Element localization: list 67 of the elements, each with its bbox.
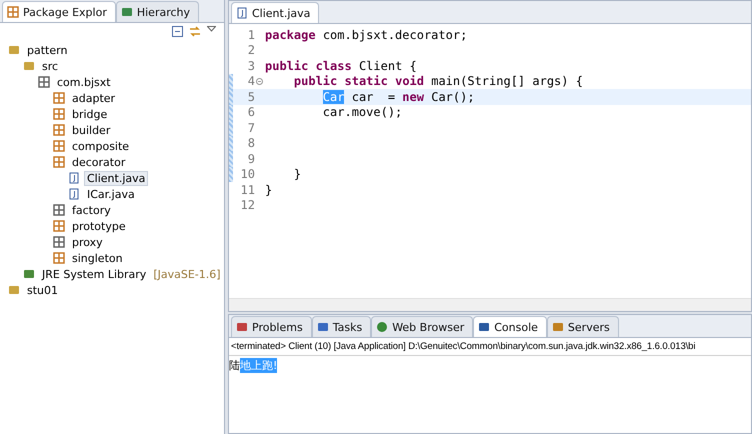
library-version: [JavaSE-1.6] — [153, 268, 221, 280]
link-icon[interactable] — [189, 26, 201, 37]
line-number: 7 — [246, 120, 255, 135]
code-line: } — [292, 167, 302, 182]
package-icon — [53, 220, 65, 232]
tree-item[interactable]: adapter — [69, 90, 118, 106]
tree-item[interactable]: pattern — [24, 42, 70, 58]
line-number: 8 — [246, 136, 255, 150]
package-icon — [53, 252, 65, 264]
java-file-icon — [236, 7, 248, 19]
line-number: 12 — [240, 198, 255, 212]
tree-item[interactable]: decorator — [69, 154, 128, 170]
package-icon — [53, 108, 65, 120]
line-number: 10 — [240, 167, 255, 182]
tree-item[interactable]: bridge — [69, 106, 110, 122]
view-tab[interactable]: Package Explor — [2, 1, 116, 22]
console-header: <terminated> Client (10) [Java Application] D:\Genuitec\Common\binary\com.sun.java.jdk.win32.x86_1.6.0.013\bi — [229, 338, 751, 356]
package-icon — [53, 140, 65, 152]
code-line: public class Client { — [264, 58, 417, 73]
horizontal-scrollbar[interactable] — [229, 298, 751, 311]
tree-item[interactable]: proxy — [69, 234, 106, 250]
tree-item[interactable]: prototype — [69, 218, 129, 234]
view-tab[interactable]: Console — [473, 316, 547, 337]
package-icon — [53, 156, 65, 168]
collapse-icon[interactable] — [256, 78, 262, 85]
package-icon — [53, 92, 65, 104]
package-icon — [38, 76, 50, 88]
tree-item[interactable]: stu01 — [24, 282, 62, 298]
tree-item[interactable]: Client.java — [84, 170, 148, 186]
tree-item[interactable]: singleton — [69, 250, 126, 266]
line-number: 6 — [246, 105, 255, 120]
tree-item[interactable]: composite — [69, 138, 132, 154]
view-tab[interactable]: Servers — [546, 316, 619, 337]
collapse-all-icon[interactable] — [172, 26, 183, 37]
java-file-icon — [68, 188, 80, 200]
code-line: public static void main(String[] args) { — [292, 74, 583, 88]
view-tab[interactable]: Tasks — [312, 316, 372, 337]
line-number: 9 — [246, 152, 255, 166]
line-number: 1 — [246, 28, 255, 42]
view-tab[interactable]: Hierarchy — [116, 1, 200, 22]
line-number: 2 — [246, 43, 255, 58]
tree-item[interactable]: com.bjsxt — [54, 74, 114, 90]
package-icon — [53, 124, 65, 136]
line-number: 5 — [246, 90, 255, 104]
view-tab[interactable]: Web Browser — [371, 316, 474, 337]
console-output: 陆 — [229, 358, 240, 373]
globe-icon — [376, 321, 388, 333]
java-file-icon — [68, 172, 80, 184]
tree-item[interactable]: JRE System Library — [39, 266, 150, 282]
console-output: 地上跑! — [240, 358, 278, 373]
line-number: 3 — [246, 58, 255, 73]
line-number: 11 — [240, 182, 255, 197]
view-tab[interactable]: Problems — [231, 316, 312, 337]
dropdown-icon[interactable] — [207, 26, 216, 32]
line-number: 4 — [246, 74, 255, 88]
tree-item[interactable]: src — [39, 58, 62, 74]
tree-item[interactable]: factory — [69, 202, 114, 218]
code-line: car.move(); — [322, 105, 402, 120]
code-line: } — [264, 182, 272, 197]
package-icon — [53, 236, 65, 248]
editor-tab[interactable]: Client.java — [231, 2, 320, 23]
tree-item[interactable]: builder — [69, 122, 114, 138]
package-icon — [53, 204, 65, 216]
code-line: package com.bjsxt.decorator; — [264, 28, 468, 42]
code-line: Car car = new Car(); — [322, 90, 475, 104]
package-icon — [7, 6, 19, 18]
tree-item[interactable]: ICar.java — [84, 186, 138, 202]
